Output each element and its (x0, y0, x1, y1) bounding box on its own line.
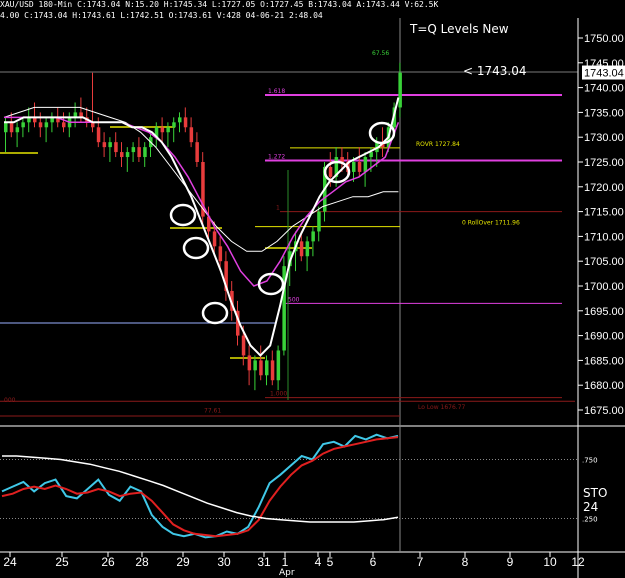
candle (38, 122, 43, 128)
y-tick-label: 1710.00 (584, 231, 624, 243)
y-tick-label: 1725.00 (584, 157, 624, 169)
candle (357, 162, 362, 172)
candle (160, 127, 165, 133)
candle (276, 350, 281, 381)
candle (120, 152, 124, 158)
candle (131, 147, 136, 153)
last-price-label: < 1743.04 (463, 64, 527, 78)
chart-title: T=Q Levels New (410, 22, 509, 36)
y-tick-label: 1740.00 (584, 83, 624, 95)
x-tick-label: 7 (417, 555, 424, 569)
x-tick-label: 12 (571, 555, 585, 569)
candle (265, 360, 269, 376)
y-tick-label: 1685.00 (584, 355, 624, 367)
highlight-circle (169, 203, 197, 227)
candle (247, 355, 252, 371)
level-label: ROVR 1727.84 (416, 141, 460, 148)
candle (143, 147, 147, 158)
candle (172, 122, 176, 128)
y-tick-label: 1735.00 (584, 107, 624, 119)
x-tick-label: 30 (217, 555, 231, 569)
candle (328, 166, 333, 177)
candle (270, 360, 275, 381)
candle (299, 241, 304, 257)
y-tick-label: 1750.00 (584, 33, 624, 45)
candle (253, 360, 257, 371)
candle (9, 122, 14, 133)
x-tick-label: 10 (543, 555, 557, 569)
candle (108, 142, 112, 148)
sto-tick-label: .750 (582, 457, 598, 465)
y-tick-label: 1730.00 (584, 132, 624, 144)
candle (96, 127, 101, 143)
y-tick-label: 1700.00 (584, 281, 624, 293)
level-label: 67.56 (372, 50, 389, 57)
candle (166, 127, 170, 133)
candle (259, 360, 263, 376)
x-tick-label: 25 (55, 555, 69, 569)
candle (369, 152, 373, 158)
candle (114, 142, 118, 153)
x-tick-label: 5 (327, 555, 334, 569)
candle (62, 122, 66, 128)
candle (21, 122, 25, 128)
candle (195, 142, 199, 162)
x-tick-label: 26 (101, 555, 115, 569)
level-label: 1.618 (268, 88, 285, 95)
candle (363, 157, 368, 172)
y-tick-label: 1690.00 (584, 331, 624, 343)
level-label: 1 (276, 205, 280, 212)
highlight-circle (201, 301, 229, 325)
y-tick-label: 1705.00 (584, 256, 624, 268)
level-label: 0 RollOver 1711.96 (462, 220, 520, 227)
x-tick-label: 6 (370, 555, 377, 569)
sto-tick-label: .250 (582, 516, 598, 524)
candle (305, 241, 310, 257)
level-label: 77.61 (204, 408, 221, 415)
month-label: Apr (279, 568, 295, 578)
candle (352, 162, 356, 172)
candle (317, 211, 321, 232)
candle (178, 117, 182, 123)
x-tick-label: 31 (257, 555, 271, 569)
highlight-circle (257, 272, 285, 296)
x-tick-label: 1 (282, 555, 289, 569)
sto-label: STO 24 (583, 486, 608, 514)
highlight-circle (182, 236, 210, 260)
y-tick-label: 1695.00 (584, 306, 624, 318)
candle (311, 231, 315, 242)
y-tick-label: 1720.00 (584, 182, 624, 194)
last-price-tag: 1743.04 (584, 68, 624, 80)
y-tick-label: 1715.00 (584, 207, 624, 219)
level-label: Lo Low 1676.77 (418, 404, 466, 411)
candle (125, 152, 130, 158)
chart-canvas: 1675.00 1680.00 1685.00 1690.00 1695.00 1700.… (0, 18, 625, 578)
x-tick-label: 24 (3, 555, 17, 569)
candle (218, 246, 223, 262)
candle (398, 72, 402, 108)
candle (4, 122, 8, 133)
candle (212, 231, 217, 247)
x-tick-label: 4 (315, 555, 322, 569)
x-tick-label: 8 (462, 555, 469, 569)
level-label: 500 (288, 296, 300, 303)
candle (15, 127, 20, 133)
candle (44, 122, 49, 128)
header-line2: 4.00 C:1743.04 H:1743.61 L:1742.51 O:174… (0, 11, 323, 20)
candle (189, 127, 194, 143)
x-tick-label: 28 (135, 555, 149, 569)
y-tick-label: 1675.00 (584, 405, 624, 417)
level-label: 000 (4, 397, 16, 404)
candle (241, 335, 246, 356)
x-tick-label: 29 (176, 555, 190, 569)
level-label: 1.000 (270, 391, 287, 398)
y-tick-label: 1680.00 (584, 380, 624, 392)
candle (183, 117, 188, 128)
header-line1: XAU/USD 180-Min C:1743.04 N:15.20 H:1745… (0, 0, 439, 9)
level-label: 1.272 (268, 154, 285, 161)
x-tick-label: 9 (507, 555, 514, 569)
candle (102, 142, 107, 148)
candle (137, 147, 141, 158)
